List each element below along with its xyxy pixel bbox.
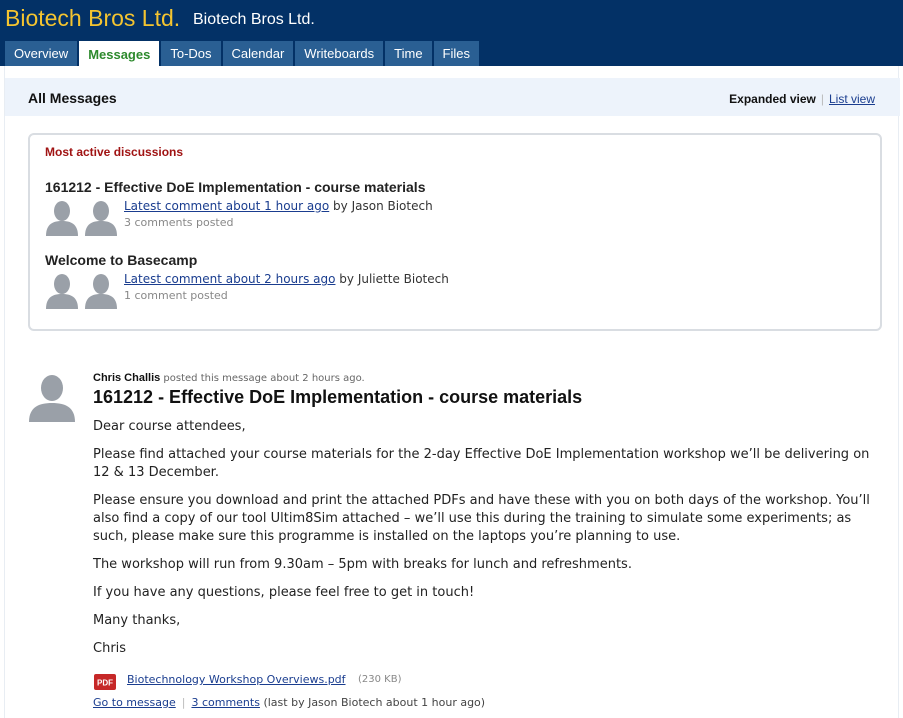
message-footer: Go to message | 3 comments (last by Jason …: [93, 696, 485, 709]
footer-separator: |: [181, 696, 186, 709]
comment-author: by Juliette Biotech: [335, 272, 449, 286]
avatar-icon: [46, 274, 78, 309]
avatar-icon: [85, 201, 117, 236]
message-paragraph: Please find attached your course materia…: [93, 447, 870, 480]
tab-overview[interactable]: Overview: [5, 41, 78, 66]
project-name: Biotech Bros Ltd.: [193, 11, 315, 28]
view-switcher: Expanded view | List view: [729, 92, 875, 106]
message-byline: Chris Challis posted this message about …: [93, 372, 365, 384]
discussion-avatars: [45, 200, 125, 236]
list-view-link[interactable]: List view: [829, 92, 875, 106]
discussion-avatars: [45, 273, 125, 309]
expanded-view-label: Expanded view: [729, 92, 816, 106]
discussion-item: 161212 - Effective DoE Implementation - …: [45, 179, 433, 236]
discussion-meta: Latest comment about 1 hour ago by Jason…: [124, 199, 433, 213]
message-paragraph: If you have any questions, please feel f…: [93, 585, 475, 600]
comment-count: 1 comment posted: [124, 289, 228, 302]
app-header: Biotech Bros Ltd. Biotech Bros Ltd. Over…: [0, 0, 903, 66]
discussion-meta: Latest comment about 2 hours ago by Juli…: [124, 272, 449, 286]
main-tabs: Overview Messages To-Dos Calendar Writeb…: [5, 41, 481, 66]
comments-link[interactable]: 3 comments: [191, 696, 260, 709]
company-name: Biotech Bros Ltd.: [5, 5, 181, 31]
page-title: All Messages: [28, 90, 117, 106]
pdf-icon: PDF: [94, 674, 116, 690]
message-author: Chris Challis: [93, 372, 161, 384]
pdf-icon-label: PDF: [97, 679, 113, 688]
message-paragraph: The workshop will run from 9.30am – 5pm …: [93, 557, 632, 572]
comment-author: by Jason Biotech: [329, 199, 433, 213]
comment-count: 3 comments posted: [124, 216, 234, 229]
attachment-size: (230 KB): [358, 674, 402, 685]
go-to-message-link[interactable]: Go to message: [93, 696, 176, 709]
posted-text: posted this message about 2 hours ago.: [160, 373, 365, 384]
tab-calendar[interactable]: Calendar: [222, 41, 294, 66]
message-paragraph: Please ensure you download and print the…: [93, 493, 870, 544]
discussion-title[interactable]: Welcome to Basecamp: [45, 252, 197, 268]
message-paragraph: Dear course attendees,: [93, 419, 246, 434]
discussion-item: Welcome to Basecamp Latest comment about…: [45, 252, 449, 309]
message-body: Dear course attendees, Please find attac…: [93, 418, 883, 668]
page-title-bar: All Messages Expanded view | List view: [5, 78, 900, 116]
avatar-icon: [46, 201, 78, 236]
most-active-discussions-box: Most active discussions 161212 - Effecti…: [28, 133, 882, 331]
message-paragraph: Chris: [93, 641, 127, 656]
tab-todos[interactable]: To-Dos: [161, 41, 221, 66]
tab-time[interactable]: Time: [385, 41, 432, 66]
latest-comment-link[interactable]: Latest comment about 2 hours ago: [124, 272, 335, 286]
tab-files[interactable]: Files: [433, 41, 479, 66]
last-comment-info: (last by Jason Biotech about 1 hour ago): [263, 696, 486, 709]
most-active-heading: Most active discussions: [45, 145, 184, 159]
view-separator: |: [820, 92, 824, 106]
tab-writeboards[interactable]: Writeboards: [295, 41, 384, 66]
page-content: All Messages Expanded view | List view Mos…: [4, 66, 900, 718]
attachment-link[interactable]: Biotechnology Workshop Overviews.pdf: [127, 673, 346, 686]
discussion-title[interactable]: 161212 - Effective DoE Implementation - …: [45, 179, 425, 195]
message-title[interactable]: 161212 - Effective DoE Implementation - …: [93, 387, 582, 408]
message-paragraph: Many thanks,: [93, 613, 181, 628]
tab-messages[interactable]: Messages: [79, 41, 160, 66]
latest-comment-link[interactable]: Latest comment about 1 hour ago: [124, 199, 329, 213]
author-avatar-icon: [29, 375, 75, 422]
avatar-icon: [85, 274, 117, 309]
